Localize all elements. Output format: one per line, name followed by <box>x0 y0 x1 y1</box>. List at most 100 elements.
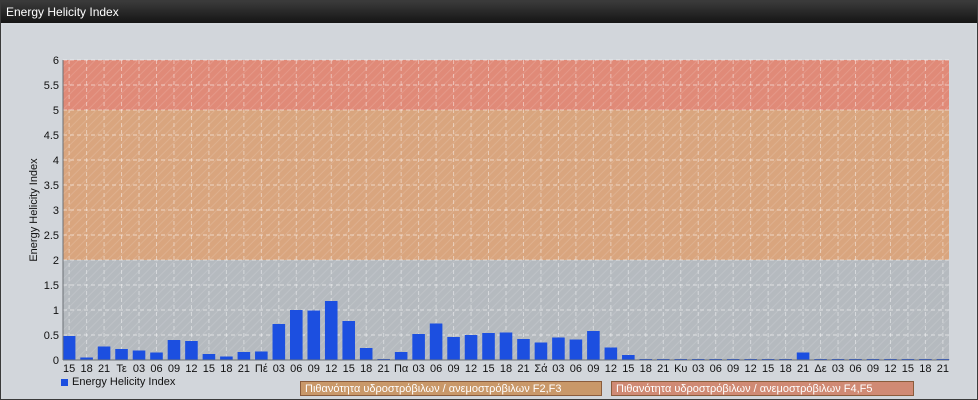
x-tick-label: 12 <box>605 363 617 375</box>
bar <box>342 321 356 360</box>
x-tick-label: 09 <box>867 363 879 375</box>
x-tick-label: 09 <box>308 363 320 375</box>
series-swatch <box>61 378 68 386</box>
bar <box>359 348 373 360</box>
bar <box>569 339 583 360</box>
x-tick-label: Πέ <box>255 363 268 375</box>
x-tick-label: 12 <box>325 363 337 375</box>
y-axis-label: Energy Helicity Index <box>28 158 40 262</box>
x-tick-label: 12 <box>884 363 896 375</box>
x-tick-label: 15 <box>203 363 215 375</box>
y-tick-label: 2.5 <box>44 230 59 242</box>
bar <box>255 351 268 360</box>
y-tick-label: 5 <box>53 105 59 117</box>
bar <box>272 324 286 360</box>
x-tick-label: 15 <box>482 363 494 375</box>
y-tick-label: 4 <box>53 155 59 167</box>
x-tick-label: 18 <box>220 363 232 375</box>
y-tick-label: 0.5 <box>44 330 59 342</box>
bar <box>622 355 635 360</box>
bar <box>62 336 76 360</box>
bar <box>464 335 478 360</box>
x-tick-label: 06 <box>710 363 722 375</box>
x-tick-label: 03 <box>133 363 145 375</box>
y-tick-label: 1.5 <box>44 280 59 292</box>
bar <box>447 337 460 360</box>
x-tick-label: 03 <box>412 363 424 375</box>
bar <box>97 346 111 360</box>
x-tick-label: 03 <box>552 363 564 375</box>
ehi-bar-chart: 0 0.5 1 1.5 2 2.5 3 3.5 4 4.5 5 5.5 6 15 18 21 Τε 03 06 09 1… <box>28 55 950 375</box>
bar <box>412 334 425 360</box>
bar <box>185 341 198 360</box>
x-tick-label: 03 <box>273 363 285 375</box>
x-tick-label: 03 <box>832 363 844 375</box>
bar <box>132 350 146 360</box>
x-tick-label: 21 <box>98 363 110 375</box>
bar <box>604 347 618 360</box>
chart-window: Energy Helicity Index 0 0.5 1 1.5 2 2.5 3 3.5 4 4… <box>0 0 978 400</box>
y-tick-label: 3 <box>53 205 59 217</box>
x-tick-label: 21 <box>797 363 809 375</box>
x-tick-label: 09 <box>727 363 739 375</box>
y-tick-label: 1 <box>53 305 59 317</box>
bar <box>290 310 303 360</box>
bar <box>150 352 163 360</box>
band-f45-legend: Πιθανότητα υδροστρόβιλων / ανεμοστρόβιλω… <box>611 381 914 396</box>
x-tick-label: 21 <box>378 363 390 375</box>
bar <box>482 333 495 360</box>
x-tick-label: Πα <box>394 363 409 375</box>
bar <box>324 301 338 360</box>
x-tick-label: 15 <box>762 363 774 375</box>
x-tick-label: 18 <box>919 363 931 375</box>
bar <box>394 352 408 360</box>
x-tick-label: 21 <box>937 363 949 375</box>
x-tick-label: 09 <box>447 363 459 375</box>
bar <box>499 332 513 360</box>
bar <box>429 323 443 360</box>
bar <box>534 342 548 360</box>
x-tick-label: 03 <box>692 363 704 375</box>
bar <box>202 354 216 360</box>
x-tick-label: 06 <box>570 363 582 375</box>
x-tick-label: 06 <box>849 363 861 375</box>
x-tick-label: 21 <box>238 363 250 375</box>
y-tick-label: 4.5 <box>44 130 59 142</box>
x-tick-label: Σά <box>534 363 548 375</box>
x-tick-label: 06 <box>290 363 302 375</box>
bar <box>587 331 600 360</box>
x-tick-label: 06 <box>150 363 162 375</box>
bar <box>307 310 321 360</box>
y-tick-label: 2 <box>53 255 59 267</box>
x-tick-label: 06 <box>430 363 442 375</box>
bar <box>167 340 181 360</box>
x-tick-label: 21 <box>657 363 669 375</box>
x-tick-label: 18 <box>640 363 652 375</box>
bar <box>517 339 530 360</box>
y-tick-label: 0 <box>53 355 59 367</box>
x-tick-label: 12 <box>185 363 197 375</box>
band-f23-legend: Πιθανότητα υδροστρόβιλων / ανεμοστρόβιλω… <box>300 381 602 396</box>
bar <box>115 349 128 360</box>
x-tick-label: 18 <box>500 363 512 375</box>
x-tick-label: Κυ <box>674 363 687 375</box>
series-legend: Energy Helicity Index <box>61 376 175 388</box>
y-tick-label: 3.5 <box>44 180 59 192</box>
x-tick-label: 15 <box>622 363 634 375</box>
x-tick-label: 09 <box>168 363 180 375</box>
x-tick-label: 09 <box>587 363 599 375</box>
y-tick-label: 5.5 <box>44 80 59 92</box>
x-tick-label: 15 <box>902 363 914 375</box>
x-tick-label: 15 <box>343 363 355 375</box>
x-tick-label: 12 <box>465 363 477 375</box>
bar <box>552 337 565 360</box>
x-tick-label: 12 <box>745 363 757 375</box>
x-tick-label: 21 <box>517 363 529 375</box>
x-tick-label: Δε <box>814 363 826 375</box>
bar <box>796 352 810 360</box>
bar <box>237 352 251 360</box>
x-tick-label: 15 <box>63 363 75 375</box>
x-tick-label: Τε <box>116 363 127 375</box>
x-tick-label: 18 <box>779 363 791 375</box>
x-tick-label: 18 <box>80 363 92 375</box>
